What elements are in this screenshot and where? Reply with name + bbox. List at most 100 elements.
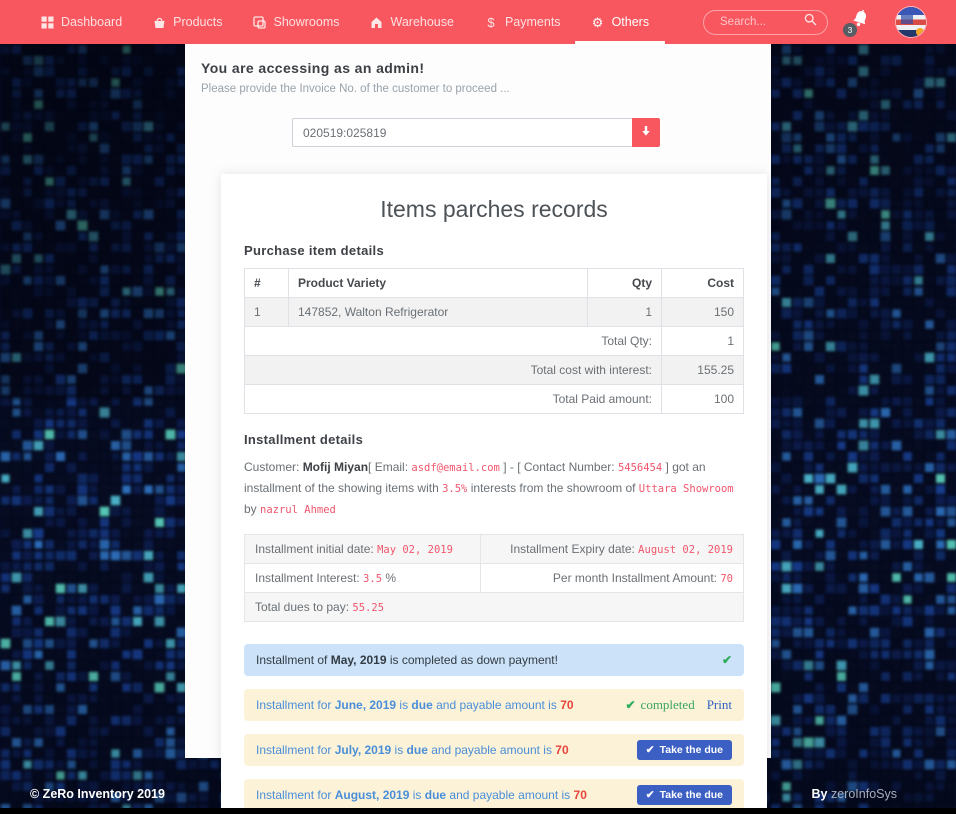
alert-prefix: Installment of <box>256 653 331 667</box>
nav-item-warehouse[interactable]: Warehouse <box>370 0 454 44</box>
expiry-date-cell: Installment Expiry date: August 02, 2019 <box>481 535 744 564</box>
nav-item-dashboard[interactable]: Dashboard <box>40 0 122 44</box>
table-row: 1 147852, Walton Refrigerator 1 150 <box>245 298 744 327</box>
table-header-row: # Product Variety Qty Cost <box>245 269 744 298</box>
purchase-section-title: Purchase item details <box>244 243 744 258</box>
bottom-black-strip <box>0 808 956 814</box>
alert-is: is <box>396 698 411 712</box>
user-avatar[interactable] <box>896 7 926 37</box>
col-header-qty: Qty <box>588 269 662 298</box>
invoice-submit-button[interactable] <box>632 118 660 147</box>
dues-cell: Total dues to pay: 55.25 <box>245 593 744 622</box>
completed-label: completed <box>641 697 695 713</box>
search-input[interactable] <box>718 15 804 29</box>
permonth-value: 70 <box>720 573 733 585</box>
notification-count-badge: 3 <box>843 23 857 37</box>
alert-suffix: is completed as down payment! <box>387 653 558 667</box>
alert-amount: 70 <box>560 698 573 712</box>
nav-label: Others <box>612 15 650 29</box>
expiry-date-value: August 02, 2019 <box>638 544 733 556</box>
customer-name: Mofij Miyan <box>303 460 368 474</box>
footer-by: By <box>812 787 831 801</box>
records-card: Items parches records Purchase item deta… <box>221 174 767 814</box>
admin-access-title: You are accessing as an admin! <box>201 60 751 76</box>
total-cost-value: 155.25 <box>662 356 744 385</box>
check-icon: ✔ <box>646 744 655 756</box>
notifications-button[interactable]: 3 <box>850 9 874 35</box>
take-due-button[interactable]: ✔Take the due <box>637 785 732 805</box>
total-paid-label: Total Paid amount: <box>245 385 662 414</box>
alert-text: Installment for August, 2019 is due and … <box>256 788 637 802</box>
permonth-label: Per month Installment Amount: <box>553 571 720 585</box>
total-paid-value: 100 <box>662 385 744 414</box>
installment-section-title: Installment details <box>244 432 744 447</box>
installment-details-table: Installment initial date: May 02, 2019 I… <box>244 534 744 622</box>
nav-label: Warehouse <box>391 15 454 29</box>
interest-suffix: % <box>382 571 396 585</box>
interest-value: 3.5 <box>363 573 382 585</box>
customer-label: Customer: <box>244 460 303 474</box>
nav-item-others[interactable]: ⚙ Others <box>591 0 650 44</box>
installment-dates-row: Installment initial date: May 02, 2019 I… <box>245 535 744 564</box>
total-qty-value: 1 <box>662 327 744 356</box>
total-cost-label: Total cost with interest: <box>245 356 662 385</box>
dashboard-grid-icon <box>40 15 54 29</box>
nav-item-products[interactable]: Products <box>152 0 222 44</box>
dues-label: Total dues to pay: <box>255 600 352 614</box>
search-box[interactable] <box>703 10 828 35</box>
invoice-input-group <box>201 118 751 147</box>
footer-brand[interactable]: zeroInfoSys <box>831 787 897 801</box>
alert-due: due <box>411 698 432 712</box>
alert-prefix: Installment for <box>256 743 335 757</box>
customer-contact: 5456454 <box>618 462 662 474</box>
installment-amount-row: Installment Interest: 3.5 % Per month In… <box>245 564 744 593</box>
nav-item-payments[interactable]: $ Payments <box>484 0 561 44</box>
alert-mid: and payable amount is <box>428 743 555 757</box>
window-icon <box>253 15 267 29</box>
interest-label: Installment Interest: <box>255 571 363 585</box>
cell-qty: 1 <box>588 298 662 327</box>
cell-num: 1 <box>245 298 289 327</box>
alert-mid: and payable amount is <box>433 698 560 712</box>
take-due-button[interactable]: ✔Take the due <box>637 740 732 760</box>
permonth-cell: Per month Installment Amount: 70 <box>481 564 744 593</box>
alert-text: Installment of May, 2019 is completed as… <box>256 653 722 667</box>
alert-prefix: Installment for <box>256 698 335 712</box>
footer-credit: By zeroInfoSys <box>812 787 897 801</box>
total-cost-row: Total cost with interest: 155.25 <box>245 356 744 385</box>
alert-month: August, 2019 <box>335 788 410 802</box>
alert-text: Installment for June, 2019 is due and pa… <box>256 698 625 712</box>
footer-copyright: © ZeRo Inventory 2019 <box>30 787 165 801</box>
summary-text: by <box>244 502 260 516</box>
alert-july: Installment for July, 2019 is due and pa… <box>244 734 744 766</box>
col-header-num: # <box>245 269 289 298</box>
check-icon: ✔ <box>722 653 732 667</box>
alert-is: is <box>391 743 406 757</box>
initial-date-cell: Installment initial date: May 02, 2019 <box>245 535 481 564</box>
customer-email: asdf@email.com <box>411 462 500 474</box>
dues-value: 55.25 <box>352 602 384 614</box>
alert-august: Installment for August, 2019 is due and … <box>244 779 744 811</box>
nav-label: Products <box>173 15 222 29</box>
print-link[interactable]: Print <box>707 697 732 713</box>
home-icon <box>370 15 384 29</box>
alert-text: Installment for July, 2019 is due and pa… <box>256 743 637 757</box>
expiry-date-label: Installment Expiry date: <box>510 542 638 556</box>
email-prefix: [ Email: <box>368 460 411 474</box>
nav-item-showrooms[interactable]: Showrooms <box>253 0 340 44</box>
purchase-items-table: # Product Variety Qty Cost 1 147852, Wal… <box>244 268 744 414</box>
alert-month: June, 2019 <box>335 698 396 712</box>
check-icon: ✔ <box>625 698 635 712</box>
customer-summary: Customer: Mofij Miyan[ Email: asdf@email… <box>244 457 744 520</box>
nav-label: Payments <box>505 15 561 29</box>
initial-date-label: Installment initial date: <box>255 542 377 556</box>
agent-name: nazrul Ahmed <box>260 504 336 516</box>
contact-prefix: ] - [ Contact Number: <box>500 460 618 474</box>
total-qty-label: Total Qty: <box>245 327 662 356</box>
navbar-right: 3 <box>703 7 926 37</box>
invoice-number-input[interactable] <box>292 118 632 147</box>
total-qty-row: Total Qty: 1 <box>245 327 744 356</box>
card-title: Items parches records <box>244 196 744 223</box>
alert-amount: 70 <box>574 788 587 802</box>
cell-cost: 150 <box>662 298 744 327</box>
